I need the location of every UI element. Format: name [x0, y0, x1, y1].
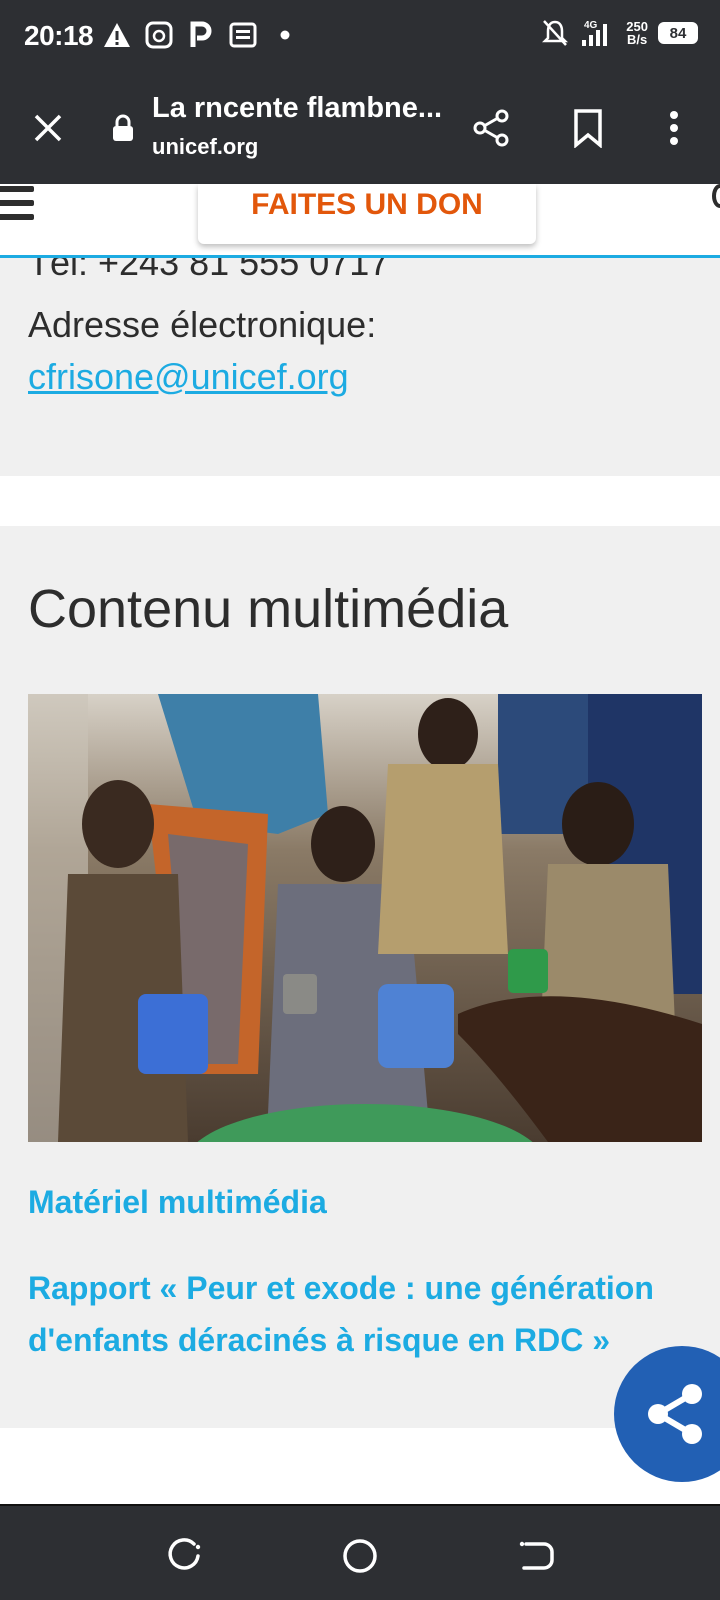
media-materials-link[interactable]: Matériel multimédia	[28, 1184, 327, 1221]
home-button[interactable]	[340, 1536, 380, 1576]
menu-icon[interactable]	[0, 186, 34, 226]
section-title: Contenu multimédia	[28, 579, 509, 639]
dot-icon	[270, 20, 300, 50]
network-type: 4G	[584, 20, 598, 31]
share-button[interactable]	[464, 100, 520, 156]
system-nav-bar	[0, 1504, 720, 1600]
multimedia-photo[interactable]	[28, 694, 702, 1142]
email-link[interactable]: cfrisone@unicef.org	[28, 356, 349, 398]
alert-triangle-icon	[102, 20, 132, 50]
search-icon[interactable]	[712, 184, 720, 208]
bookmark-button[interactable]	[560, 100, 616, 156]
recents-icon	[168, 1538, 201, 1570]
contact-section: Tél: +243 81 555 0717 Adresse électroniq…	[0, 242, 720, 476]
back-icon	[519, 1541, 554, 1570]
browser-toolbar: La rncente flambne... unicef.org	[0, 72, 720, 184]
home-icon	[343, 1539, 377, 1573]
email-label: Adresse électronique:	[28, 304, 377, 345]
status-time: 20:18	[24, 20, 94, 51]
page-url[interactable]: unicef.org	[152, 134, 258, 160]
status-bar: 20:18 4G 250 B/s 84	[0, 0, 720, 72]
news-icon	[228, 20, 258, 50]
network-speed: 250 B/s	[626, 20, 648, 46]
muted-bell-icon	[540, 18, 570, 48]
battery-icon: 84	[658, 22, 698, 44]
close-tab-button[interactable]	[20, 100, 76, 156]
recent-apps-button[interactable]	[164, 1536, 204, 1576]
photo-app-icon	[144, 20, 174, 50]
share-icon	[648, 1384, 702, 1444]
back-button[interactable]	[516, 1536, 556, 1576]
notification-icons	[102, 20, 300, 50]
more-vertical-icon	[670, 111, 678, 145]
signal-icon: 4G	[580, 18, 616, 48]
donate-button[interactable]: FAITES UN DON	[198, 184, 536, 244]
close-icon	[34, 114, 62, 142]
page-title[interactable]: La rncente flambne...	[152, 92, 442, 125]
network-speed-unit: B/s	[627, 32, 648, 47]
parking-app-icon	[186, 20, 216, 50]
system-status-icons: 4G 250 B/s 84	[540, 18, 698, 48]
multimedia-section: Contenu multimédia Matériel multimédia R…	[0, 526, 720, 1428]
lock-icon	[112, 114, 134, 147]
bookmark-icon	[574, 109, 602, 148]
share-icon	[473, 109, 509, 147]
site-header: FAITES UN DON	[0, 184, 720, 258]
more-options-button[interactable]	[646, 100, 702, 156]
report-link[interactable]: Rapport « Peur et exode : une génération…	[28, 1262, 688, 1366]
